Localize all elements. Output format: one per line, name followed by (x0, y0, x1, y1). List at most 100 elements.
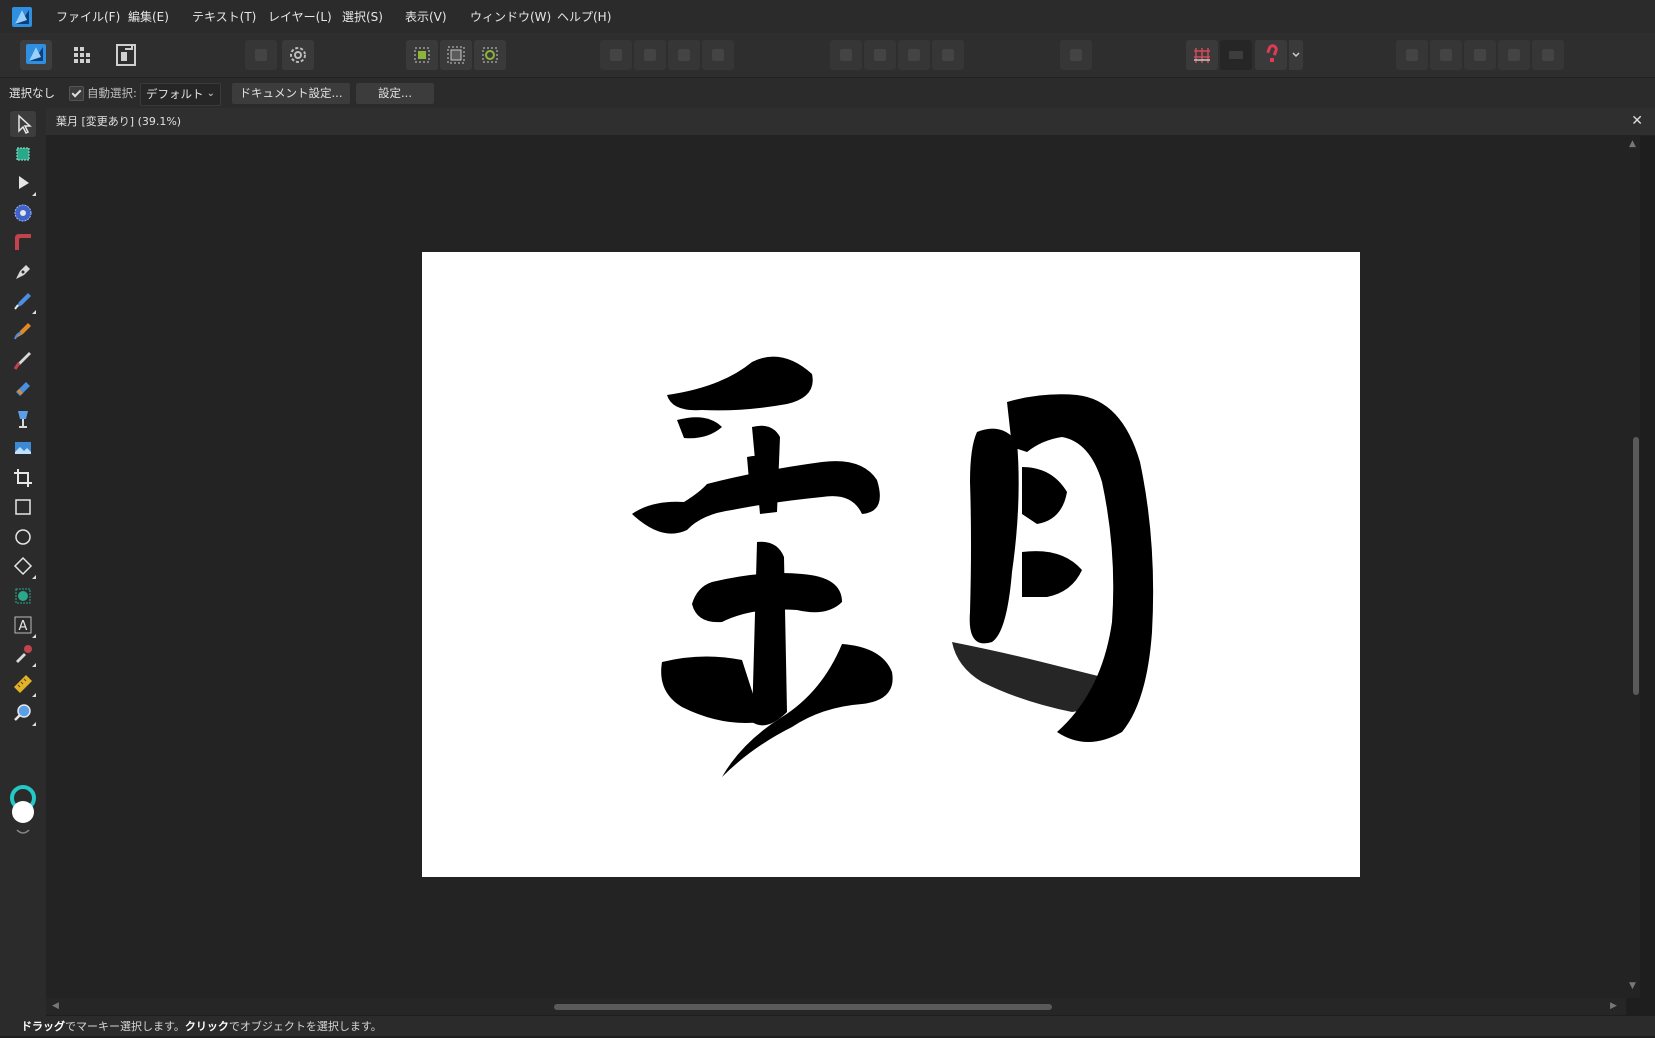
boolean-subtract-button[interactable] (1430, 40, 1462, 70)
designer-persona-button[interactable] (20, 40, 52, 70)
view-mode-icon (1229, 51, 1243, 59)
document-tab[interactable]: 葉月 [変更あり] (39.1%) ✕ (46, 108, 1655, 136)
status-hint: ドラッグでマーキー選択します。クリックでオブジェクトを選択します。 (21, 1016, 382, 1038)
pixel-persona-button[interactable] (66, 40, 98, 70)
boolean-intersect-button[interactable] (1464, 40, 1496, 70)
snapping-grid-button[interactable] (1186, 40, 1218, 70)
designer-persona-icon (26, 44, 46, 64)
menu-layer[interactable]: レイヤー(L) (268, 0, 332, 33)
menu-view[interactable]: 表示(V) (405, 0, 447, 33)
fill-tool-icon (16, 382, 30, 396)
calligraphy-artwork[interactable]: 葉月 (422, 252, 1360, 877)
move-tool[interactable] (10, 111, 36, 137)
vector-crop-icon (15, 588, 31, 604)
rotate-left-button[interactable] (898, 40, 930, 70)
scroll-left-icon[interactable]: ◀ (52, 1002, 59, 1011)
artboard-tool[interactable] (10, 141, 36, 167)
grid-icon (1194, 48, 1210, 63)
menu-text[interactable]: テキスト(T) (192, 0, 256, 33)
main-toolbar (0, 33, 1655, 78)
isolate-button[interactable] (702, 40, 734, 70)
pixel-persona-icon (74, 47, 90, 63)
select-object-button[interactable] (474, 40, 506, 70)
vertical-scroll-thumb[interactable] (1633, 437, 1639, 695)
shape-tool[interactable] (10, 553, 36, 579)
select-same-button[interactable] (440, 40, 472, 70)
paint-brush-icon (13, 352, 31, 370)
auto-select-mode-dropdown[interactable]: デフォルト ⌄ (140, 83, 221, 106)
snapping-options-dropdown[interactable] (1289, 40, 1303, 70)
align-button[interactable] (1060, 40, 1092, 70)
boolean-add-button[interactable] (1396, 40, 1428, 70)
menu-file[interactable]: ファイル(F) (56, 0, 120, 33)
color-picker-tool[interactable] (10, 641, 36, 667)
select-object-icon (482, 47, 498, 63)
point-transform-tool[interactable] (10, 200, 36, 226)
pen-tool[interactable] (10, 259, 36, 285)
selection-status: 選択なし (9, 86, 55, 100)
ellipse-tool-icon (15, 529, 31, 545)
node-tool[interactable] (10, 170, 36, 196)
crop-tool[interactable] (10, 465, 36, 491)
menu-edit[interactable]: 編集(E) (128, 0, 169, 33)
select-all-button[interactable] (406, 40, 438, 70)
artboard[interactable]: 葉月 (422, 252, 1360, 877)
auto-select-checkbox[interactable] (69, 86, 84, 101)
fill-stroke-swatches[interactable] (7, 784, 39, 844)
rotate-right-button[interactable] (932, 40, 964, 70)
scroll-right-icon[interactable]: ▶ (1610, 1002, 1617, 1011)
move-tool-icon (18, 114, 32, 135)
zoom-tool[interactable] (10, 700, 36, 726)
gear-icon (290, 47, 306, 63)
context-toolbar: 選択なし 自動選択: デフォルト ⌄ ドキュメント設定... 設定... (0, 78, 1655, 109)
status-bar: ドラッグでマーキー選択します。クリックでオブジェクトを選択します。 (0, 1016, 1655, 1036)
place-image-tool[interactable] (10, 435, 36, 461)
snapping-button[interactable] (1255, 40, 1287, 70)
text-tool[interactable]: A (10, 612, 36, 638)
transparency-tool[interactable] (10, 406, 36, 432)
pencil-tool[interactable] (10, 288, 36, 314)
scroll-up-icon[interactable]: ▲ (1629, 140, 1636, 149)
menu-select[interactable]: 選択(S) (342, 0, 383, 33)
close-icon[interactable]: ✕ (1631, 108, 1643, 134)
vector-brush-tool[interactable] (10, 318, 36, 344)
boolean-xor-button[interactable] (1498, 40, 1530, 70)
auto-select-mode-value: デフォルト (146, 87, 204, 101)
export-persona-button[interactable] (110, 40, 142, 70)
flip-vertical-button[interactable] (864, 40, 896, 70)
insert-behind-button[interactable] (600, 40, 632, 70)
paint-brush-tool[interactable] (10, 347, 36, 373)
rectangle-tool[interactable] (10, 494, 36, 520)
vector-brush-tool-icon (14, 323, 31, 340)
document-setup-button[interactable]: ドキュメント設定... (232, 83, 350, 104)
vector-crop-tool[interactable] (10, 583, 36, 609)
fill-tool[interactable] (10, 376, 36, 402)
gear-button[interactable] (282, 40, 314, 70)
boolean-divide-button[interactable] (1532, 40, 1564, 70)
select-all-icon (414, 47, 430, 63)
menu-help[interactable]: ヘルプ(H) (557, 0, 611, 33)
flip-horizontal-button[interactable] (830, 40, 862, 70)
preferences-button[interactable]: 設定... (356, 83, 434, 104)
transparency-tool-icon (18, 411, 28, 428)
scroll-down-icon[interactable]: ▼ (1629, 982, 1636, 991)
auto-select-label: 自動選択: (87, 86, 137, 100)
measure-tool[interactable] (10, 671, 36, 697)
insert-top-button[interactable] (634, 40, 666, 70)
chevron-down-icon: ⌄ (206, 88, 215, 99)
affinity-designer-logo[interactable] (11, 6, 33, 28)
insert-inside-button[interactable] (668, 40, 700, 70)
corner-tool-icon (15, 234, 31, 250)
pen-tool-icon (16, 265, 30, 279)
document-title: 葉月 [変更あり] (39.1%) (56, 115, 182, 128)
ellipse-tool[interactable] (10, 524, 36, 550)
place-image-icon (15, 442, 31, 454)
toolbar-button[interactable] (245, 40, 277, 70)
menu-window[interactable]: ウィンドウ(W) (470, 0, 551, 33)
right-panel-edge (1640, 136, 1655, 998)
view-mode-button[interactable] (1220, 40, 1252, 70)
svg-text:A: A (19, 619, 28, 634)
magnet-icon (1266, 44, 1278, 62)
horizontal-scroll-thumb[interactable] (554, 1004, 1052, 1010)
corner-tool[interactable] (10, 229, 36, 255)
